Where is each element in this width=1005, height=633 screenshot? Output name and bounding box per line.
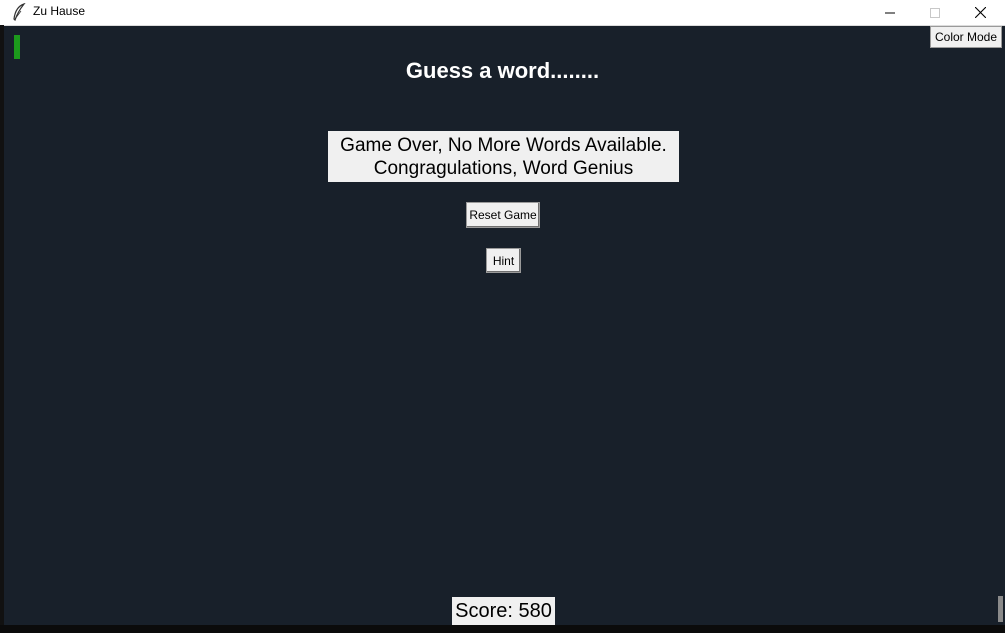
bottom-strip — [0, 625, 1005, 633]
close-button[interactable] — [958, 0, 1003, 25]
minimize-button[interactable] — [867, 0, 912, 25]
game-over-message: Game Over, No More Words Available. — [340, 134, 667, 156]
title-bar: Zu Hause — [0, 0, 1005, 26]
score-display: Score: 580 — [452, 597, 555, 625]
close-icon — [975, 7, 986, 18]
window-left-edge — [0, 25, 4, 633]
text-cursor-indicator — [14, 35, 20, 59]
game-message-box: Game Over, No More Words Available. Cong… — [328, 131, 679, 182]
app-window: Zu Hause Color Mode Guess a word........… — [0, 0, 1005, 633]
feather-icon — [12, 2, 26, 22]
color-mode-button[interactable]: Color Mode — [930, 26, 1002, 48]
congratulations-message: Congragulations, Word Genius — [373, 157, 634, 179]
minimize-icon — [884, 8, 895, 18]
scrollbar-thumb[interactable] — [998, 596, 1003, 622]
maximize-button[interactable] — [912, 0, 957, 25]
window-title: Zu Hause — [33, 4, 86, 18]
reset-game-button[interactable]: Reset Game — [466, 202, 540, 228]
game-heading: Guess a word........ — [405, 58, 600, 83]
maximize-icon — [929, 7, 940, 18]
hint-button[interactable]: Hint — [486, 248, 521, 273]
